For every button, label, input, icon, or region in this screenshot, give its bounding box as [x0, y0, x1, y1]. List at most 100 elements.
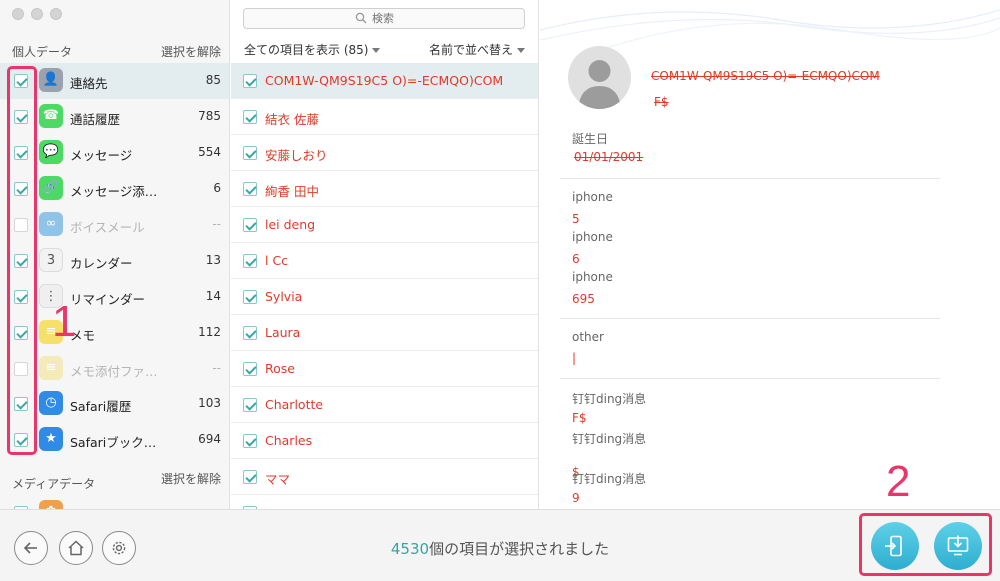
photos-icon: ✿ [39, 500, 63, 509]
contact-checkbox[interactable] [243, 434, 257, 448]
category-label: 通話履歴 [70, 112, 121, 127]
phone-label: iphone [572, 230, 613, 244]
sort-dropdown[interactable]: 名前で並べ替え [429, 41, 525, 58]
media-data-title: メディアデータ [12, 477, 96, 491]
window-minimize-button[interactable] [31, 8, 43, 20]
bottom-toolbar: 4530個の項目が選択されました [0, 509, 1000, 581]
filter-label: 全ての項目を表示 (85) [244, 43, 369, 57]
ding-label: 钉钉ding消息 [572, 392, 647, 406]
contact-row[interactable]: l Cc [231, 243, 538, 279]
contact-name: COM1W-QM9S19C5 O)=-ECMQO)COM [651, 69, 880, 83]
contact-checkbox[interactable] [243, 326, 257, 340]
category-count: 694 [198, 432, 221, 446]
contact-name: Rose [265, 361, 295, 376]
safari-bookmark-icon: ★ [39, 427, 63, 451]
category-count: 14 [205, 289, 221, 303]
contact-name: COM1W-QM9S19C5 O)=-ECMQO)COM [265, 73, 504, 88]
annotation-box-action-buttons [859, 513, 992, 576]
contact-row[interactable]: Rose [231, 351, 538, 387]
contact-name: Charles [265, 433, 313, 448]
ding-label: 钉钉ding消息 [572, 472, 647, 486]
phone-icon: ☎ [39, 104, 63, 128]
phone-label: iphone [572, 270, 613, 284]
filter-dropdown[interactable]: 全ての項目を表示 (85) [244, 41, 381, 58]
annotation-marker-2: 2 [886, 457, 911, 506]
contact-detail-pane: COM1W-QM9S19C5 O)=-ECMQO)COM F$ 誕生日 01/0… [540, 0, 1000, 509]
divider [560, 378, 940, 379]
personal-data-header: 個人データ 選択を解除 [0, 41, 229, 61]
category-label: Safariブック… [70, 435, 157, 450]
window-close-button[interactable] [12, 8, 24, 20]
contact-checkbox[interactable] [243, 182, 257, 196]
contact-name: 結衣 佐藤 [265, 112, 319, 127]
contact-row[interactable]: 小林 由美 [231, 495, 538, 509]
category-count: -- [212, 361, 221, 375]
contact-name: 安藤しおり [265, 148, 328, 163]
contact-checkbox[interactable] [243, 470, 257, 484]
category-count: 785 [198, 109, 221, 123]
phone-value: 6 [572, 252, 580, 266]
other-label: other [572, 330, 604, 344]
contact-checkbox[interactable] [243, 110, 257, 124]
media-deselect-link[interactable]: 選択を解除 [161, 470, 221, 487]
contact-row[interactable]: Laura [231, 315, 538, 351]
chevron-down-icon [372, 48, 381, 53]
contact-name: Charlotte [265, 397, 324, 412]
contact-checkbox[interactable] [243, 362, 257, 376]
divider [560, 318, 940, 319]
contact-checkbox[interactable] [243, 146, 257, 160]
category-count: 554 [198, 145, 221, 159]
category-label: Safari履歴 [70, 399, 132, 414]
decorative-wave [540, 9, 1000, 50]
notes-attachment-icon: ≡ [39, 356, 63, 380]
contact-name: l Cc [265, 253, 289, 268]
contact-checkbox[interactable] [243, 218, 257, 232]
contact-row[interactable]: Charlotte [231, 387, 538, 423]
search-input[interactable] [372, 11, 512, 26]
phone-label: iphone [572, 190, 613, 204]
selected-suffix: 個の項目が選択されました [429, 540, 610, 558]
annotation-box-checkboxes [7, 66, 37, 455]
contact-name: 絢香 田中 [265, 184, 319, 199]
contact-row[interactable]: COM1W-QM9S19C5 O)=-ECMQO)COM [231, 63, 538, 99]
window-zoom-button[interactable] [50, 8, 62, 20]
category-label: リマインダー [70, 292, 146, 307]
category-label: ボイスメール [70, 220, 145, 235]
annotation-marker-1: 1 [52, 297, 77, 346]
contact-row[interactable]: Charles [231, 423, 538, 459]
sort-label: 名前で並べ替え [428, 43, 513, 57]
contact-checkbox[interactable] [243, 74, 257, 88]
birthday-label: 誕生日 [572, 132, 609, 146]
contact-name: lei deng [265, 217, 316, 232]
ding-value: F$ [572, 411, 587, 425]
contact-row[interactable]: 安藤しおり [231, 135, 538, 171]
messages-icon: 💬 [39, 140, 63, 164]
category-label: メッセージ添… [70, 184, 158, 199]
category-item[interactable]: ✿写真 [0, 495, 229, 509]
contact-name: Laura [265, 325, 301, 340]
contact-checkbox[interactable] [243, 254, 257, 268]
person-icon [578, 60, 621, 109]
contact-checkbox[interactable] [243, 290, 257, 304]
category-count: 112 [198, 325, 221, 339]
selection-status: 4530個の項目が選択されました [0, 538, 1000, 559]
birthday-value: 01/01/2001 [574, 150, 644, 164]
contact-checkbox[interactable] [243, 398, 257, 412]
contacts-icon: 👤 [39, 68, 63, 92]
contact-row[interactable]: Sylvia [231, 279, 538, 315]
category-count: 13 [205, 253, 221, 267]
contact-row[interactable]: 絢香 田中 [231, 171, 538, 207]
message-attachment-icon: 🔗 [39, 176, 63, 200]
contact-row[interactable]: 結衣 佐藤 [231, 99, 538, 135]
search-box[interactable] [243, 8, 525, 29]
personal-deselect-link[interactable]: 選択を解除 [161, 43, 221, 60]
safari-history-icon: ◷ [39, 391, 63, 415]
contact-row[interactable]: lei deng [231, 207, 538, 243]
personal-data-title: 個人データ [12, 45, 73, 59]
contact-row[interactable]: ママ [231, 459, 538, 495]
category-label: 連絡先 [70, 76, 108, 91]
category-label: カレンダー [70, 256, 133, 271]
calendar-icon: 3 [39, 248, 63, 272]
phone-value: 695 [572, 292, 595, 306]
chevron-down-icon [517, 48, 525, 53]
